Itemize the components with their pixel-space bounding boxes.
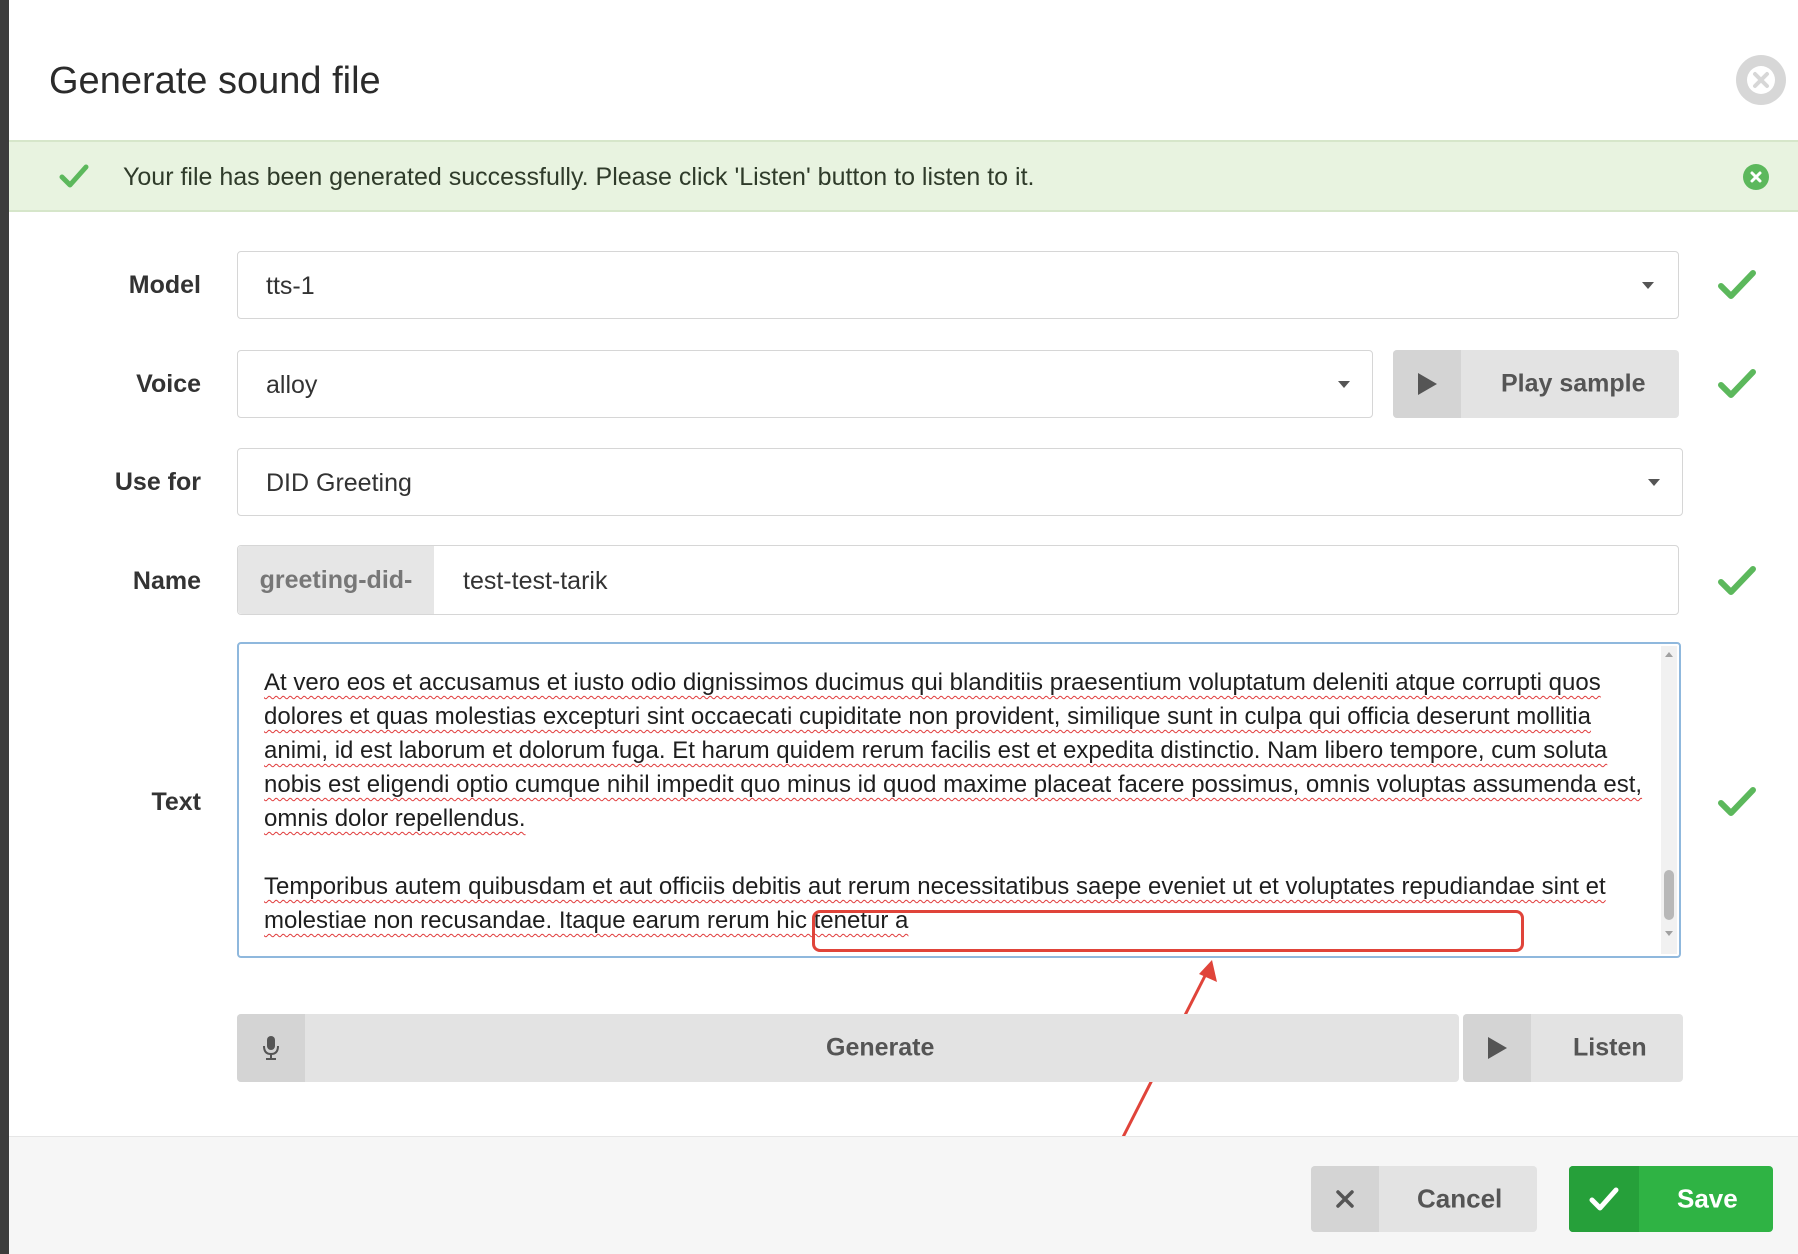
check-icon	[1718, 369, 1756, 398]
chevron-down-icon	[1338, 381, 1350, 388]
dismiss-alert-button[interactable]	[1743, 164, 1769, 190]
model-label: Model	[128, 271, 201, 299]
voice-label: Voice	[136, 370, 201, 398]
scroll-down-icon	[1665, 931, 1673, 936]
check-icon	[1589, 1187, 1619, 1211]
close-icon	[1747, 66, 1775, 94]
check-icon	[1718, 566, 1756, 595]
chevron-down-icon	[1642, 282, 1654, 289]
play-sample-label: Play sample	[1501, 369, 1646, 398]
name-input-group: greeting-did- test-test-tarik	[237, 545, 1679, 615]
model-value: tts-1	[266, 272, 315, 300]
check-icon	[59, 164, 89, 188]
scroll-up-icon	[1665, 652, 1673, 657]
play-sample-button[interactable]: Play sample	[1393, 350, 1679, 418]
play-icon-wrap	[1393, 350, 1461, 418]
save-label: Save	[1677, 1183, 1738, 1214]
model-select[interactable]: tts-1	[237, 251, 1679, 319]
voice-value: alloy	[266, 371, 318, 399]
chevron-down-icon	[1648, 479, 1660, 486]
play-icon	[1488, 1037, 1507, 1059]
generate-button[interactable]: Generate	[237, 1014, 1459, 1082]
check-icon-wrap	[1569, 1166, 1639, 1232]
play-icon-wrap	[1463, 1014, 1531, 1082]
text-paragraph-1: At vero eos et accusamus et iusto odio d…	[264, 669, 1643, 832]
save-button[interactable]: Save	[1569, 1166, 1773, 1232]
name-prefix: greeting-did-	[238, 546, 434, 614]
alert-message: Your file has been generated successfull…	[123, 163, 1035, 191]
success-alert: Your file has been generated successfull…	[9, 140, 1798, 212]
textarea-scrollbar[interactable]	[1661, 646, 1677, 954]
dialog-title: Generate sound file	[49, 60, 381, 102]
listen-button[interactable]: Listen	[1463, 1014, 1683, 1082]
generate-sound-dialog: Generate sound file Your file has been g…	[9, 0, 1798, 1254]
microphone-icon-wrap	[237, 1014, 305, 1082]
cancel-label: Cancel	[1417, 1183, 1503, 1214]
name-input[interactable]: test-test-tarik	[463, 567, 607, 596]
generate-label: Generate	[826, 1033, 935, 1062]
check-icon	[1718, 787, 1756, 816]
voice-select[interactable]: alloy	[237, 350, 1373, 418]
close-icon	[1336, 1190, 1354, 1208]
scroll-thumb[interactable]	[1664, 870, 1674, 920]
text-label: Text	[151, 788, 201, 816]
use-for-select[interactable]: DID Greeting	[237, 448, 1683, 516]
use-for-label: Use for	[114, 468, 201, 496]
cancel-button[interactable]: Cancel	[1311, 1166, 1537, 1232]
textarea-content: At vero eos et accusamus et iusto odio d…	[264, 666, 1654, 938]
listen-label: Listen	[1573, 1033, 1647, 1062]
background-strip	[0, 0, 9, 1254]
use-for-value: DID Greeting	[266, 469, 412, 497]
close-icon	[1750, 171, 1762, 183]
name-label: Name	[132, 567, 201, 595]
close-icon-wrap	[1311, 1166, 1379, 1232]
close-dialog-button[interactable]	[1736, 55, 1786, 105]
play-icon	[1418, 373, 1437, 395]
microphone-icon	[263, 1036, 279, 1060]
check-icon	[1718, 270, 1756, 299]
annotation-highlight-box	[812, 910, 1524, 952]
